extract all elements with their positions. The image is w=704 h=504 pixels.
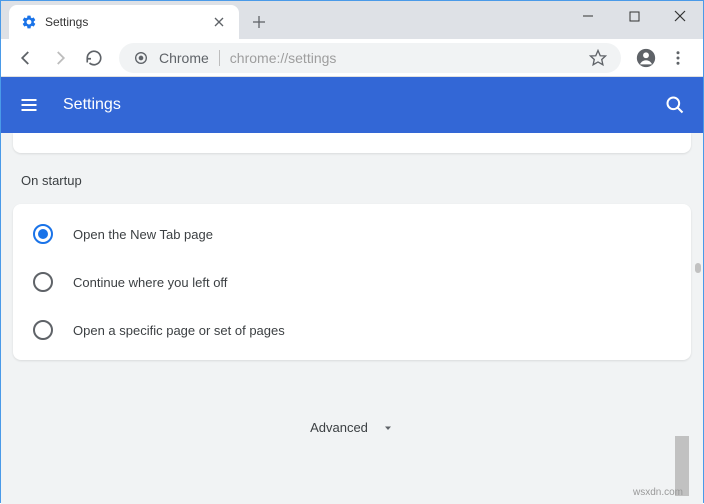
card-edge xyxy=(13,133,691,153)
startup-options-card: Open the New Tab page Continue where you… xyxy=(13,204,691,360)
reload-button[interactable] xyxy=(79,43,109,73)
scrollbar[interactable] xyxy=(695,263,701,273)
browser-toolbar: Chrome chrome://settings xyxy=(1,39,703,77)
radio-option[interactable]: Continue where you left off xyxy=(13,258,691,306)
new-tab-button[interactable] xyxy=(245,8,273,36)
page-title: Settings xyxy=(63,96,641,114)
settings-header: Settings xyxy=(1,77,703,133)
site-security-label: Chrome xyxy=(159,50,209,66)
kebab-menu-icon[interactable] xyxy=(663,43,693,73)
maximize-button[interactable] xyxy=(611,1,657,31)
account-icon[interactable] xyxy=(631,43,661,73)
gear-icon xyxy=(21,14,37,30)
advanced-label: Advanced xyxy=(310,420,368,435)
back-button[interactable] xyxy=(11,43,41,73)
radio-option[interactable]: Open the New Tab page xyxy=(13,210,691,258)
browser-tab[interactable]: Settings xyxy=(9,5,239,39)
address-bar[interactable]: Chrome chrome://settings xyxy=(119,43,621,73)
radio-icon[interactable] xyxy=(33,320,53,340)
radio-icon[interactable] xyxy=(33,224,53,244)
forward-button[interactable] xyxy=(45,43,75,73)
section-heading: On startup xyxy=(21,173,691,188)
radio-option[interactable]: Open a specific page or set of pages xyxy=(13,306,691,354)
radio-icon[interactable] xyxy=(33,272,53,292)
watermark: wsxdn.com xyxy=(633,487,683,498)
radio-label: Open the New Tab page xyxy=(73,227,213,242)
chevron-down-icon xyxy=(382,422,394,434)
radio-label: Continue where you left off xyxy=(73,275,227,290)
close-tab-icon[interactable] xyxy=(211,14,227,30)
minimize-button[interactable] xyxy=(565,1,611,31)
close-window-button[interactable] xyxy=(657,1,703,31)
bookmark-star-icon[interactable] xyxy=(589,49,607,67)
settings-content[interactable]: On startup Open the New Tab page Continu… xyxy=(1,133,703,504)
search-icon[interactable] xyxy=(665,95,685,115)
hamburger-menu-icon[interactable] xyxy=(19,95,39,115)
url-text: chrome://settings xyxy=(230,50,579,66)
site-info-icon[interactable] xyxy=(133,50,149,66)
radio-label: Open a specific page or set of pages xyxy=(73,323,285,338)
tab-title: Settings xyxy=(45,15,203,29)
divider xyxy=(219,50,220,66)
advanced-toggle[interactable]: Advanced xyxy=(13,408,691,447)
